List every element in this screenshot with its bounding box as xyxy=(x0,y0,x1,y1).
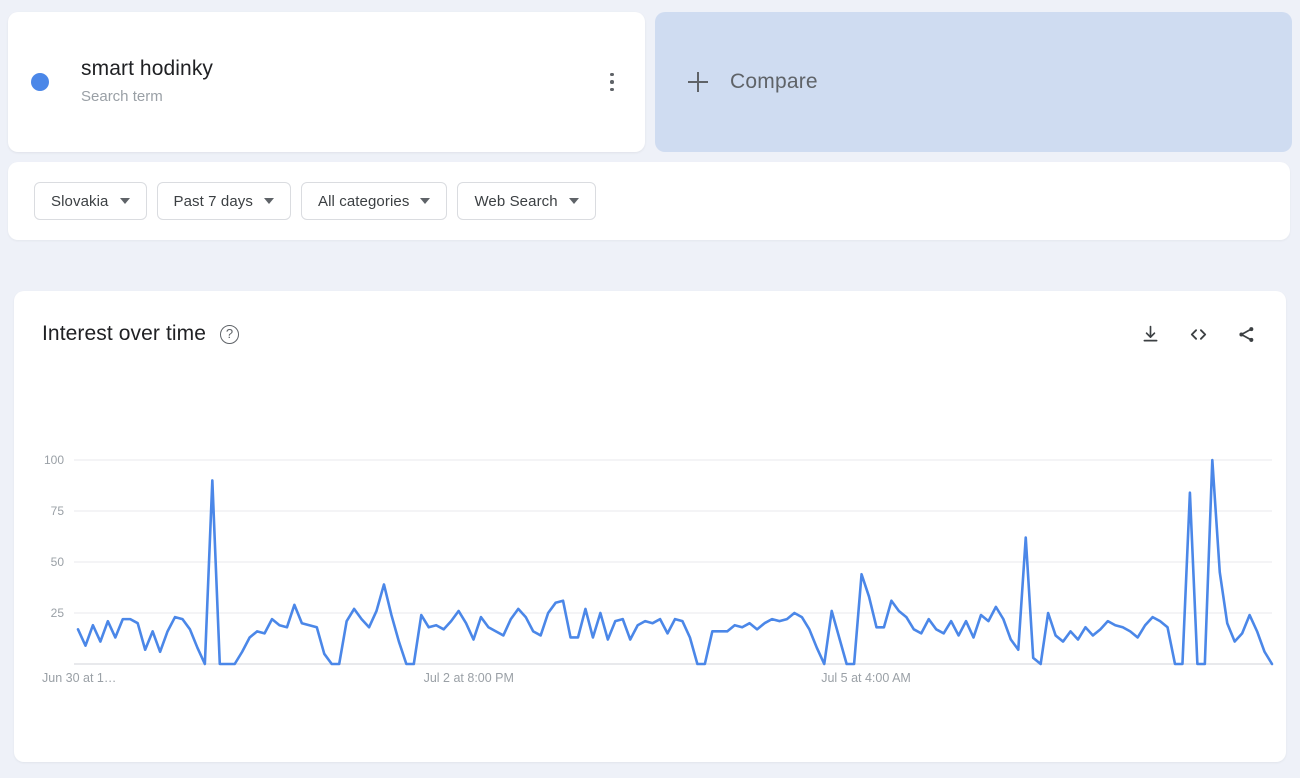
y-axis-tick-label: 50 xyxy=(51,555,65,569)
compare-card[interactable]: Compare xyxy=(655,12,1292,152)
filter-category[interactable]: All categories xyxy=(300,182,448,220)
trends-page: smart hodinky Search term Compare Slovak… xyxy=(0,0,1300,778)
x-axis-tick-label: Jun 30 at 1… xyxy=(42,671,116,685)
kebab-dot xyxy=(610,80,614,84)
filter-timerange-label: Past 7 days xyxy=(173,192,253,210)
filter-timerange[interactable]: Past 7 days xyxy=(156,182,291,220)
chevron-down-icon xyxy=(263,198,274,204)
chevron-down-icon xyxy=(420,198,431,204)
plus-icon xyxy=(688,72,708,92)
filter-category-label: All categories xyxy=(317,192,410,210)
y-axis-tick-label: 75 xyxy=(51,504,65,518)
chevron-down-icon xyxy=(119,198,130,204)
search-term-text: smart hodinky Search term xyxy=(81,56,213,108)
x-axis-tick-label: Jul 5 at 4:00 AM xyxy=(821,671,911,685)
compare-label: Compare xyxy=(730,70,818,93)
chart-plot-area[interactable]: 25 50 75 100 Jun 30 at 1… Jul 2 at 8:00 PM Jul… xyxy=(14,291,1286,762)
filter-location[interactable]: Slovakia xyxy=(34,182,147,220)
y-axis-tick-label: 25 xyxy=(51,606,65,620)
top-cards-row: smart hodinky Search term Compare xyxy=(0,0,1300,152)
y-axis-tick-label: 100 xyxy=(44,453,64,467)
x-axis-tick-label: Jul 2 at 8:00 PM xyxy=(424,671,514,685)
chevron-down-icon xyxy=(568,198,579,204)
filter-search-type[interactable]: Web Search xyxy=(457,182,596,220)
search-term-card[interactable]: smart hodinky Search term xyxy=(8,12,645,152)
filter-bar: Slovakia Past 7 days All categories Web … xyxy=(8,162,1290,240)
kebab-dot xyxy=(610,87,614,92)
kebab-dot xyxy=(610,72,614,77)
interest-line-chart: 25 50 75 100 Jun 30 at 1… Jul 2 at 8:00 PM Jul… xyxy=(42,453,1274,685)
filter-location-label: Slovakia xyxy=(51,192,109,210)
search-term-label: smart hodinky xyxy=(81,57,214,80)
series-color-dot xyxy=(31,73,49,91)
kebab-menu-icon[interactable] xyxy=(599,65,625,99)
search-term-type: Search term xyxy=(81,88,163,105)
interest-over-time-card: Interest over time ? 25 50 75 100 Jun 30… xyxy=(14,291,1286,762)
filter-search-type-label: Web Search xyxy=(474,192,558,210)
